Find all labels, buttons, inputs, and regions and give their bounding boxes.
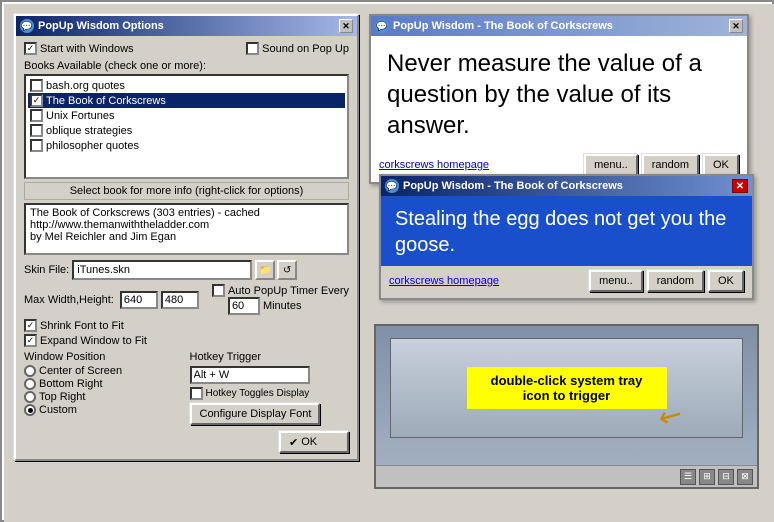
hotkey-toggles-label[interactable]: Hotkey Toggles Display [190, 387, 330, 400]
shrink-font-label[interactable]: Shrink Font to Fit [24, 319, 124, 332]
popup-blue-footer: corkscrews homepage menu.. random OK [381, 266, 752, 298]
book-oblique-checkbox[interactable] [30, 124, 43, 137]
radio-custom-btn[interactable] [24, 404, 36, 416]
start-with-windows-label[interactable]: Start with Windows [24, 42, 134, 55]
popup-white-icon: 💬 [375, 19, 389, 33]
hotkey-label: Hotkey Trigger [190, 351, 350, 363]
popup-white-menu-button[interactable]: menu.. [584, 154, 638, 176]
popup-white-close[interactable]: ✕ [729, 19, 743, 33]
auto-popup-checkbox[interactable] [212, 284, 225, 297]
book-unix-checkbox[interactable] [30, 109, 43, 122]
popup-blue-ok-button[interactable]: OK [708, 270, 744, 292]
popup-white-random-button[interactable]: random [642, 154, 699, 176]
radio-bottom-right-btn[interactable] [24, 378, 36, 390]
select-hint: Select book for more info (right-click f… [24, 182, 349, 200]
ok-button[interactable]: ✔ OK [279, 431, 349, 453]
skin-input[interactable] [72, 260, 252, 280]
book-bash-checkbox[interactable] [30, 79, 43, 92]
sound-on-popup-label[interactable]: Sound on Pop Up [246, 42, 349, 55]
max-width-input[interactable] [120, 291, 158, 309]
tray-icon-3[interactable]: ⊟ [718, 469, 734, 485]
options-title-text: PopUp Wisdom Options [38, 20, 164, 32]
options-panel: 💬 PopUp Wisdom Options ✕ Start with Wind… [14, 14, 359, 461]
radio-bottom-right[interactable]: Bottom Right [24, 378, 184, 390]
popup-white-titlebar: 💬 PopUp Wisdom - The Book of Corkscrews … [371, 16, 747, 36]
info-box: The Book of Corkscrews (303 entries) - c… [24, 203, 349, 255]
books-label: Books Available (check one or more): [24, 60, 349, 72]
max-height-input[interactable] [161, 291, 199, 309]
start-with-windows-checkbox[interactable] [24, 42, 37, 55]
options-close-button[interactable]: ✕ [339, 19, 353, 33]
book-item-corkscrews[interactable]: The Book of Corkscrews [28, 93, 345, 108]
popup-blue-titlebar: 💬 PopUp Wisdom - The Book of Corkscrews … [381, 176, 752, 196]
hotkey-toggles-checkbox[interactable] [190, 387, 203, 400]
tray-icon-1[interactable]: ☰ [680, 469, 696, 485]
radio-center[interactable]: Center of Screen [24, 365, 184, 377]
tray-icon-2[interactable]: ⊞ [699, 469, 715, 485]
auto-popup-label: Auto PopUp Timer Every [228, 285, 349, 297]
tutorial-inner: double-click system tray icon to trigger… [390, 338, 743, 438]
hotkey-input[interactable] [190, 366, 310, 384]
radio-top-right-btn[interactable] [24, 391, 36, 403]
skin-folder-button[interactable]: 📁 [255, 260, 275, 280]
popup-white-quote: Never measure the value of a question by… [371, 36, 747, 150]
popup-blue-quote: Stealing the egg does not get you the go… [381, 196, 752, 266]
book-philosopher-checkbox[interactable] [30, 139, 43, 152]
minutes-label: Minutes [263, 300, 302, 312]
popup-white-link[interactable]: corkscrews homepage [379, 159, 580, 171]
outer-border: 💬 PopUp Wisdom Options ✕ Start with Wind… [4, 4, 774, 522]
info-text: The Book of Corkscrews (303 entries) - c… [30, 207, 343, 243]
expand-window-label[interactable]: Expand Window to Fit [24, 334, 147, 347]
window-position-label: Window Position [24, 351, 184, 363]
book-corkscrews-checkbox[interactable] [30, 94, 43, 107]
popup-blue-icon: 💬 [385, 179, 399, 193]
popup-blue-title: PopUp Wisdom - The Book of Corkscrews [403, 180, 623, 192]
shrink-font-checkbox[interactable] [24, 319, 37, 332]
options-body: Start with Windows Sound on Pop Up Books… [16, 36, 357, 459]
tray-icon-4[interactable]: ⊠ [737, 469, 753, 485]
popup-blue-menu-button[interactable]: menu.. [589, 270, 643, 292]
book-item-unix[interactable]: Unix Fortunes [28, 108, 345, 123]
sound-on-popup-checkbox[interactable] [246, 42, 259, 55]
books-list[interactable]: bash.org quotes The Book of Corkscrews U… [24, 74, 349, 179]
book-item-philosopher[interactable]: philosopher quotes [28, 138, 345, 153]
tutorial-box: double-click system tray icon to trigger… [374, 324, 759, 489]
popup-blue-window: 💬 PopUp Wisdom - The Book of Corkscrews … [379, 174, 754, 300]
popup-white-ok-button[interactable]: OK [703, 154, 739, 176]
skin-buttons: 📁 ↺ [255, 260, 297, 280]
tutorial-label: double-click system tray icon to trigger [467, 367, 667, 409]
skin-refresh-button[interactable]: ↺ [277, 260, 297, 280]
max-label: Max Width,Height: [24, 294, 114, 306]
configure-font-button[interactable]: Configure Display Font [190, 403, 320, 425]
popup-white-window: 💬 PopUp Wisdom - The Book of Corkscrews … [369, 14, 749, 184]
radio-center-btn[interactable] [24, 365, 36, 377]
tutorial-tray: ☰ ⊞ ⊟ ⊠ [376, 465, 757, 487]
radio-top-right[interactable]: Top Right [24, 391, 184, 403]
popup-blue-random-button[interactable]: random [647, 270, 704, 292]
book-item-oblique[interactable]: oblique strategies [28, 123, 345, 138]
options-titlebar: 💬 PopUp Wisdom Options ✕ [16, 16, 357, 36]
auto-popup-minutes[interactable] [228, 297, 260, 315]
radio-custom[interactable]: Custom [24, 404, 184, 416]
popup-blue-close[interactable]: ✕ [732, 179, 748, 193]
popup-blue-link[interactable]: corkscrews homepage [389, 275, 585, 287]
skin-label: Skin File: [24, 264, 69, 276]
popup-white-title: PopUp Wisdom - The Book of Corkscrews [393, 20, 613, 32]
expand-window-checkbox[interactable] [24, 334, 37, 347]
options-title-icon: 💬 [20, 19, 34, 33]
book-item-bash[interactable]: bash.org quotes [28, 78, 345, 93]
